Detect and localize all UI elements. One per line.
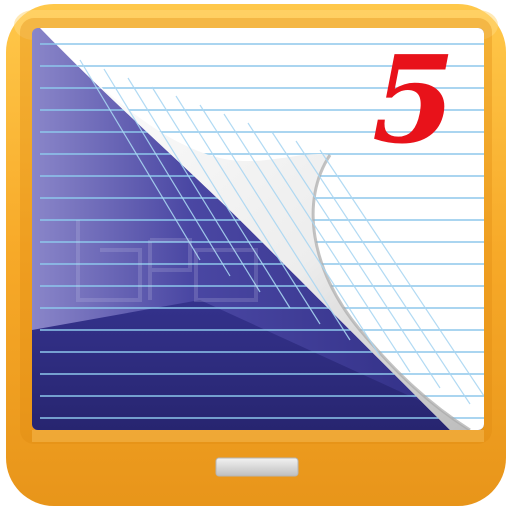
digit-label: 5 (372, 30, 456, 171)
app-icon[interactable]: 5 (0, 0, 512, 512)
tablet-notebook-icon: 5 (6, 4, 506, 506)
home-button[interactable] (215, 457, 299, 477)
